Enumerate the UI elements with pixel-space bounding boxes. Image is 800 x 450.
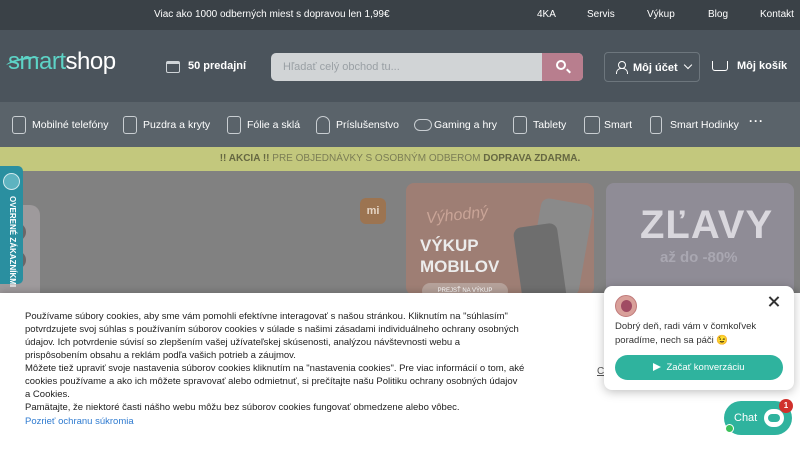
watch-icon bbox=[650, 116, 662, 134]
discount-title: ZĽAVY bbox=[640, 203, 774, 247]
category-label: Puzdra a kryty bbox=[143, 119, 211, 131]
top-bar: Viac ako 1000 odberných miest s dopravou… bbox=[0, 0, 800, 30]
case-icon bbox=[123, 116, 137, 134]
verified-customers-badge[interactable]: OVERENÉ ZÁKAZNÍKMI bbox=[0, 166, 23, 288]
topbar-link-servis[interactable]: Servis bbox=[587, 9, 615, 20]
category-label: Smart Hodinky bbox=[670, 119, 739, 131]
discount-percent: až do -80% bbox=[660, 249, 738, 266]
banner-title: VÝKUP MOBILOV bbox=[420, 235, 499, 277]
more-categories-button[interactable]: ··· bbox=[749, 114, 764, 128]
xiaomi-logo: mi bbox=[360, 198, 386, 224]
topbar-link-4ka[interactable]: 4KA bbox=[537, 9, 556, 20]
verified-label: OVERENÉ ZÁKAZNÍKMI bbox=[8, 196, 17, 288]
start-conversation-label: Začať konverzáciu bbox=[666, 362, 745, 373]
topbar-link-kontakt[interactable]: Kontakt bbox=[760, 9, 794, 20]
cookie-paragraph-2: Môžete tiež upraviť svoje nastavenia súb… bbox=[25, 363, 525, 400]
buyback-banner[interactable]: Výhodný VÝKUP MOBILOV PREJSŤ NA VÝKUP bbox=[406, 183, 594, 295]
smart-home-icon bbox=[584, 116, 600, 134]
online-status-dot bbox=[725, 424, 734, 433]
category-label: Fólie a sklá bbox=[247, 119, 301, 131]
screen-protector-icon bbox=[227, 116, 241, 134]
promo-notice: !! AKCIA !! PRE OBJEDNÁVKY S OSOBNÝM ODB… bbox=[0, 147, 800, 171]
category-label: Gaming a hry bbox=[434, 119, 498, 131]
start-conversation-button[interactable]: Začať konverzáciu bbox=[615, 355, 783, 380]
banner-title-line1: VÝKUP bbox=[420, 236, 479, 255]
chat-popup: Dobrý deň, radi vám v čomkoľvek poradíme… bbox=[604, 286, 794, 390]
gamepad-icon bbox=[414, 119, 432, 131]
banner-title-line2: MOBILOV bbox=[420, 257, 500, 276]
category-label: Príslušenstvo bbox=[336, 119, 400, 131]
shipping-promo: Viac ako 1000 odberných miest s dopravou… bbox=[154, 9, 390, 20]
category-label: Mobilné telefóny bbox=[32, 119, 109, 131]
account-button[interactable]: Môj účet bbox=[604, 52, 700, 82]
search-bar: Hľadať celý obchod tu... bbox=[271, 53, 583, 81]
logo-part-smart: smart bbox=[8, 48, 66, 75]
agent-avatar bbox=[615, 295, 637, 317]
notice-prefix: !! AKCIA !! bbox=[219, 153, 270, 164]
privacy-link[interactable]: Pozrieť ochranu súkromia bbox=[25, 416, 134, 427]
account-label: Môj účet bbox=[633, 62, 678, 74]
chat-button-label: Chat bbox=[734, 412, 758, 424]
logo[interactable]: smartshop bbox=[8, 48, 116, 76]
cart-button[interactable]: Môj košík bbox=[712, 60, 787, 72]
close-icon[interactable] bbox=[767, 295, 781, 309]
headphones-icon bbox=[316, 116, 330, 134]
notice-text: PRE OBJEDNÁVKY S OSOBNÝM ODBEROM bbox=[269, 153, 484, 164]
cart-label: Môj košík bbox=[737, 60, 788, 72]
category-label: Smart bbox=[604, 119, 633, 131]
discount-banner[interactable]: ZĽAVY až do -80% bbox=[606, 183, 794, 295]
user-icon bbox=[616, 61, 628, 74]
tablet-icon bbox=[513, 116, 527, 134]
logo-part-shop: shop bbox=[65, 48, 117, 75]
category-label: Tablety bbox=[533, 119, 567, 131]
unread-badge: 1 bbox=[779, 399, 793, 413]
topbar-link-vykup[interactable]: Výkup bbox=[647, 9, 675, 20]
stores-link[interactable]: 50 predajní bbox=[166, 60, 247, 73]
search-input[interactable]: Hľadať celý obchod tu... bbox=[283, 61, 400, 73]
send-icon bbox=[653, 363, 662, 371]
category-nav: Mobilné telefóny Puzdra a kryty Fólie a … bbox=[0, 102, 800, 147]
chat-message: Dobrý deň, radi vám v čomkoľvek poradíme… bbox=[615, 321, 757, 346]
stores-label: 50 predajní bbox=[188, 60, 247, 72]
cookie-paragraph-3: Pamätajte, že niektoré časti nášho webu … bbox=[25, 402, 460, 413]
banner-script-text: Výhodný bbox=[425, 203, 489, 228]
chevron-down-icon bbox=[683, 60, 693, 70]
search-button[interactable] bbox=[542, 53, 583, 81]
phone-icon bbox=[12, 116, 26, 134]
topbar-link-blog[interactable]: Blog bbox=[708, 9, 728, 20]
cart-icon bbox=[712, 61, 728, 71]
cookie-paragraph-1: Používame súbory cookies, aby sme vám po… bbox=[25, 311, 519, 361]
verified-seal-icon bbox=[3, 173, 20, 190]
store-icon bbox=[166, 61, 180, 73]
search-icon bbox=[556, 60, 566, 70]
notice-strong: DOPRAVA ZDARMA. bbox=[483, 153, 581, 164]
